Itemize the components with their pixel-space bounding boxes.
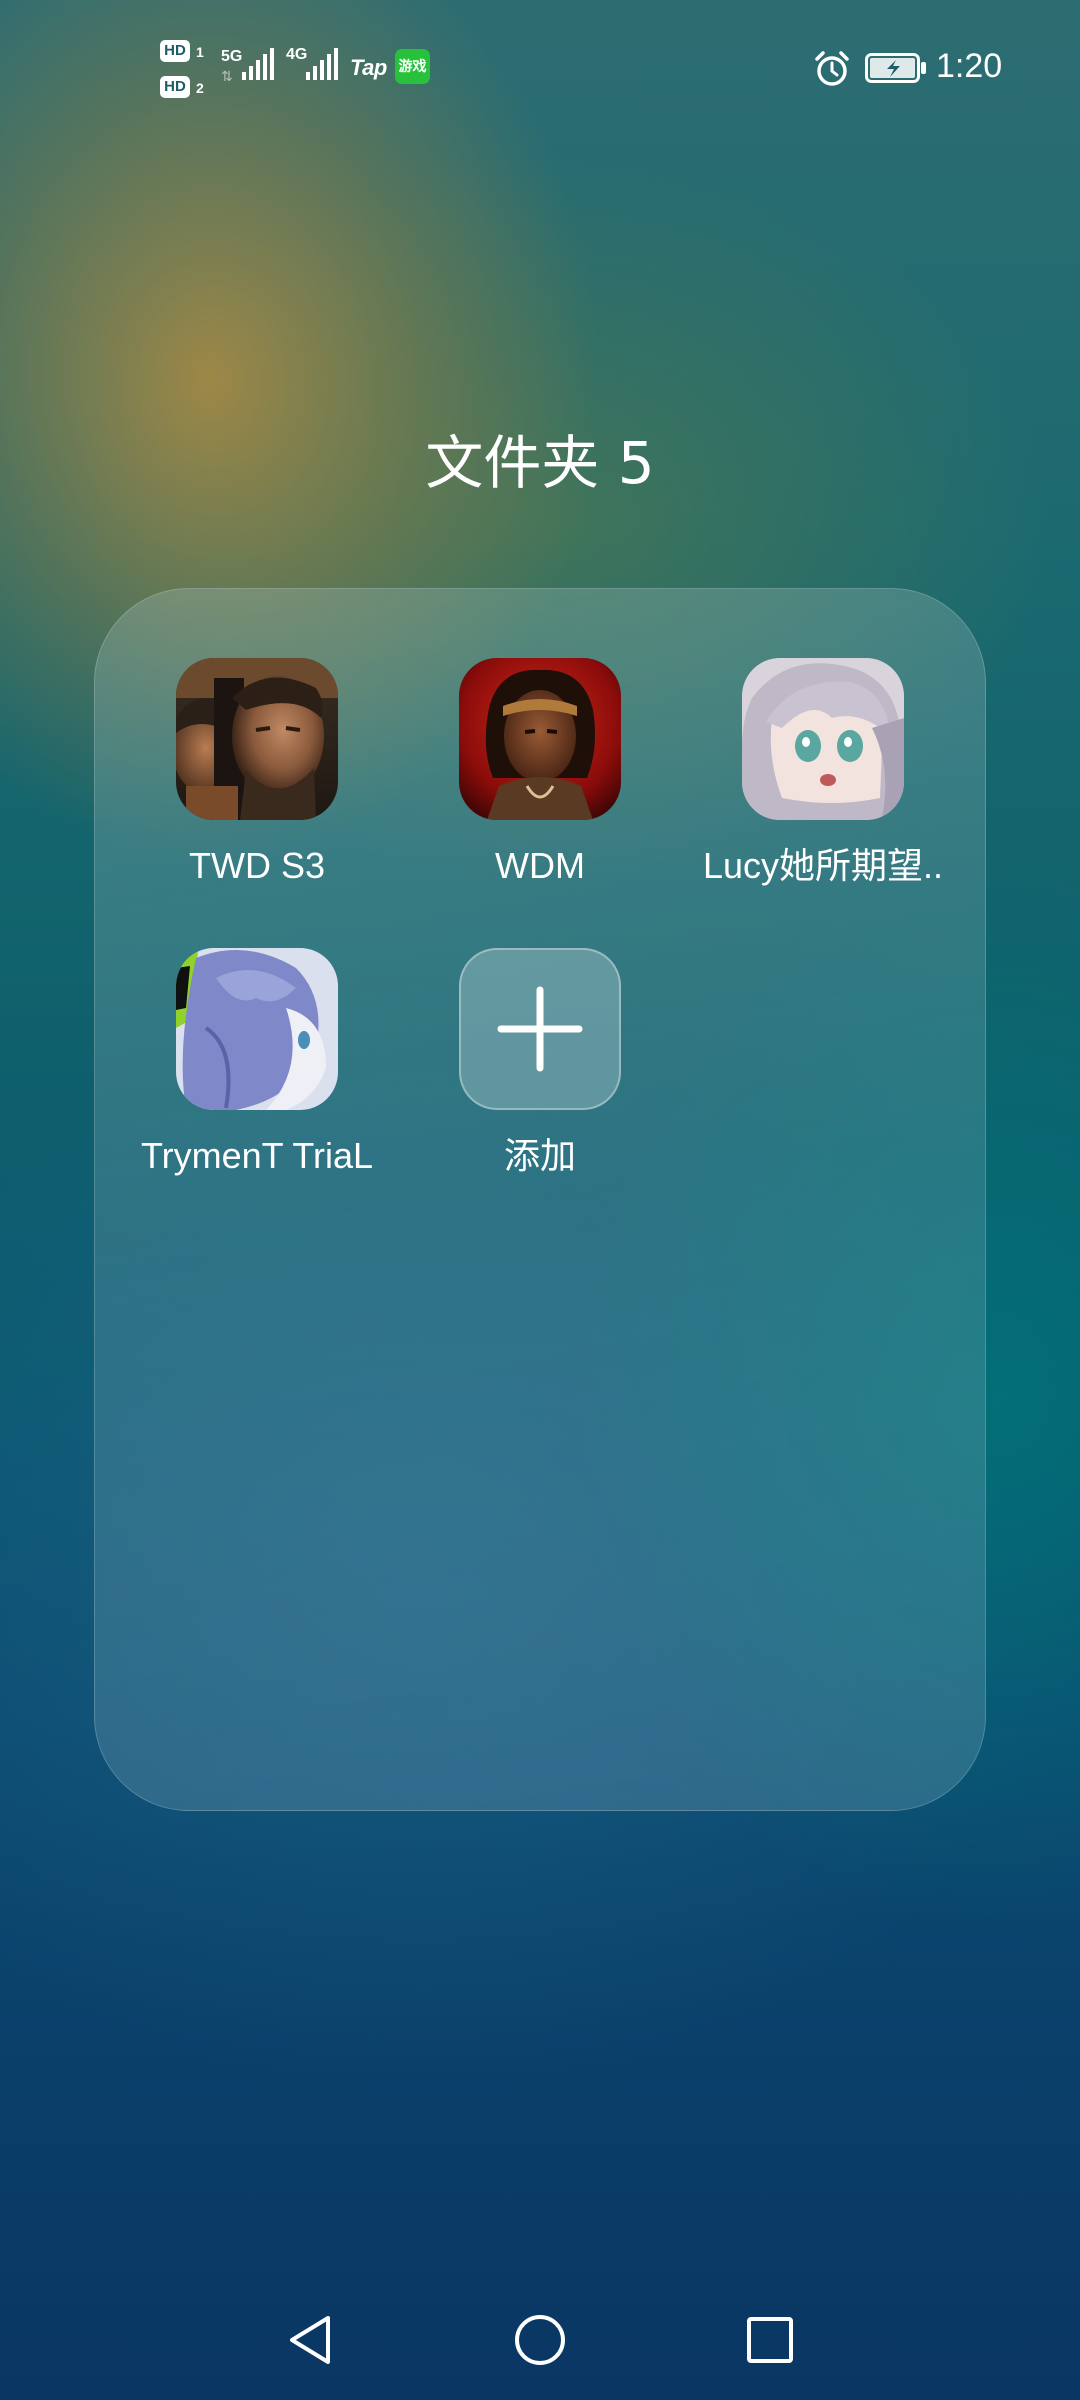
app-wdm[interactable]: WDM xyxy=(399,658,681,918)
sim1-number: 1 xyxy=(196,44,204,60)
taptap-notification-icon: Tap xyxy=(350,55,387,80)
battery-charging-icon xyxy=(865,53,926,83)
app-tryment-trial[interactable]: TrymenT TriaL xyxy=(116,948,398,1208)
signal-icon xyxy=(306,48,338,80)
data-activity-icon: ⇅ xyxy=(221,69,233,85)
home-button[interactable] xyxy=(500,2300,580,2380)
app-label-tryment-trial: TrymenT TriaL xyxy=(140,1135,374,1176)
trryment-trial-app-icon[interactable] xyxy=(176,948,338,1110)
twd-s3-app-icon[interactable] xyxy=(176,658,338,820)
app-label-add: 添加 xyxy=(503,1135,576,1176)
wdm-app-icon[interactable] xyxy=(459,658,621,820)
recents-button[interactable] xyxy=(730,2300,810,2380)
back-triangle-icon xyxy=(290,2316,330,2364)
sim2-number: 2 xyxy=(196,80,204,96)
add-app-button[interactable]: 添加 xyxy=(399,948,681,1208)
hd-badge-sim1: HD xyxy=(160,40,190,62)
lucy-app-icon[interactable] xyxy=(742,658,904,820)
game-app-notification-icon: 游戏 xyxy=(395,49,430,84)
app-lucy[interactable]: Lucy她所期望.. xyxy=(682,658,964,918)
plus-icon[interactable] xyxy=(459,948,621,1110)
app-label-wdm: WDM xyxy=(495,845,585,886)
hd-badge-sim2: HD xyxy=(160,76,190,98)
clock-time: 1:20 xyxy=(936,47,1003,85)
alarm-icon xyxy=(815,51,849,86)
sim-indicators: HD 1 HD 2 xyxy=(160,38,210,100)
signal-icon xyxy=(242,48,274,80)
status-bar: HD 1 HD 2 5G ⇅ 4G Tap 游戏 1:20 xyxy=(0,0,1080,140)
recents-square-icon xyxy=(747,2317,793,2363)
back-button[interactable] xyxy=(270,2300,350,2380)
folder-title[interactable]: 文件夹 5 xyxy=(0,428,1080,498)
app-label-twd-s3: TWD S3 xyxy=(188,845,325,886)
app-label-lucy: Lucy她所期望.. xyxy=(702,845,944,886)
home-circle-icon xyxy=(515,2315,565,2365)
app-twd-s3[interactable]: TWD S3 xyxy=(116,658,398,918)
